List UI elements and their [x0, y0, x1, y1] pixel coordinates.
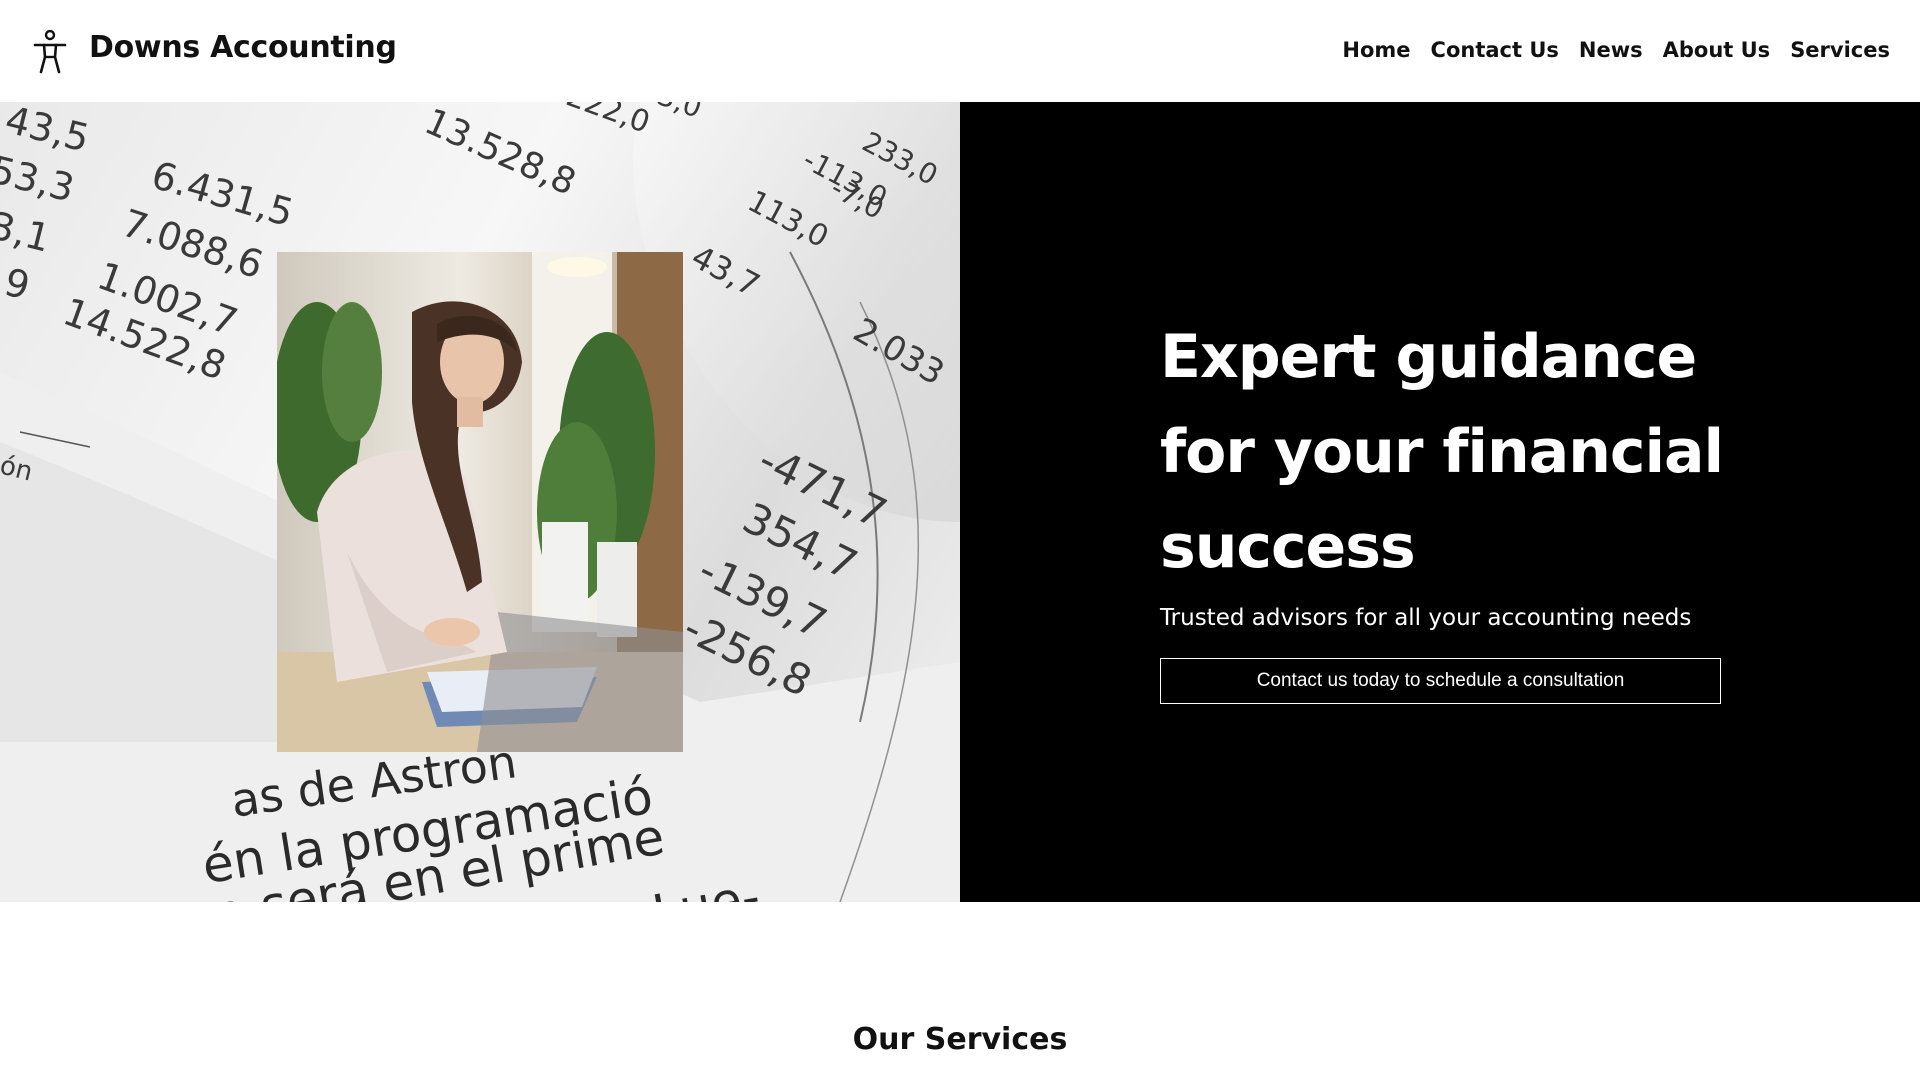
photo-illustration: [277, 252, 683, 752]
hero-section: 43,5 6.431,5 53,3 7.088,6 3,1 1.002,7 9 …: [0, 102, 1920, 902]
nav-news[interactable]: News: [1579, 38, 1643, 62]
nav-about-us[interactable]: About Us: [1663, 38, 1771, 62]
nav-contact-us[interactable]: Contact Us: [1431, 38, 1559, 62]
woman-reviewing-documents-photo: [277, 252, 683, 752]
accessibility-person-icon[interactable]: [32, 30, 68, 74]
hero-subtitle: Trusted advisors for all your accounting…: [1160, 605, 1692, 631]
main-nav: Home Contact Us News About Us Services: [1342, 38, 1890, 62]
services-heading: Our Services: [852, 1022, 1068, 1057]
hero-content-panel: Expert guidance for your financial succe…: [960, 102, 1920, 902]
nav-home[interactable]: Home: [1342, 38, 1410, 62]
site-brand[interactable]: Downs Accounting: [89, 30, 397, 65]
hero-title: Expert guidance for your financial succe…: [1160, 322, 1724, 582]
hero-background-image: 43,5 6.431,5 53,3 7.088,6 3,1 1.002,7 9 …: [0, 102, 960, 902]
consultation-cta-button[interactable]: Contact us today to schedule a consultat…: [1160, 658, 1721, 704]
nav-services[interactable]: Services: [1790, 38, 1890, 62]
site-header: Downs Accounting Home Contact Us News Ab…: [0, 0, 1920, 102]
